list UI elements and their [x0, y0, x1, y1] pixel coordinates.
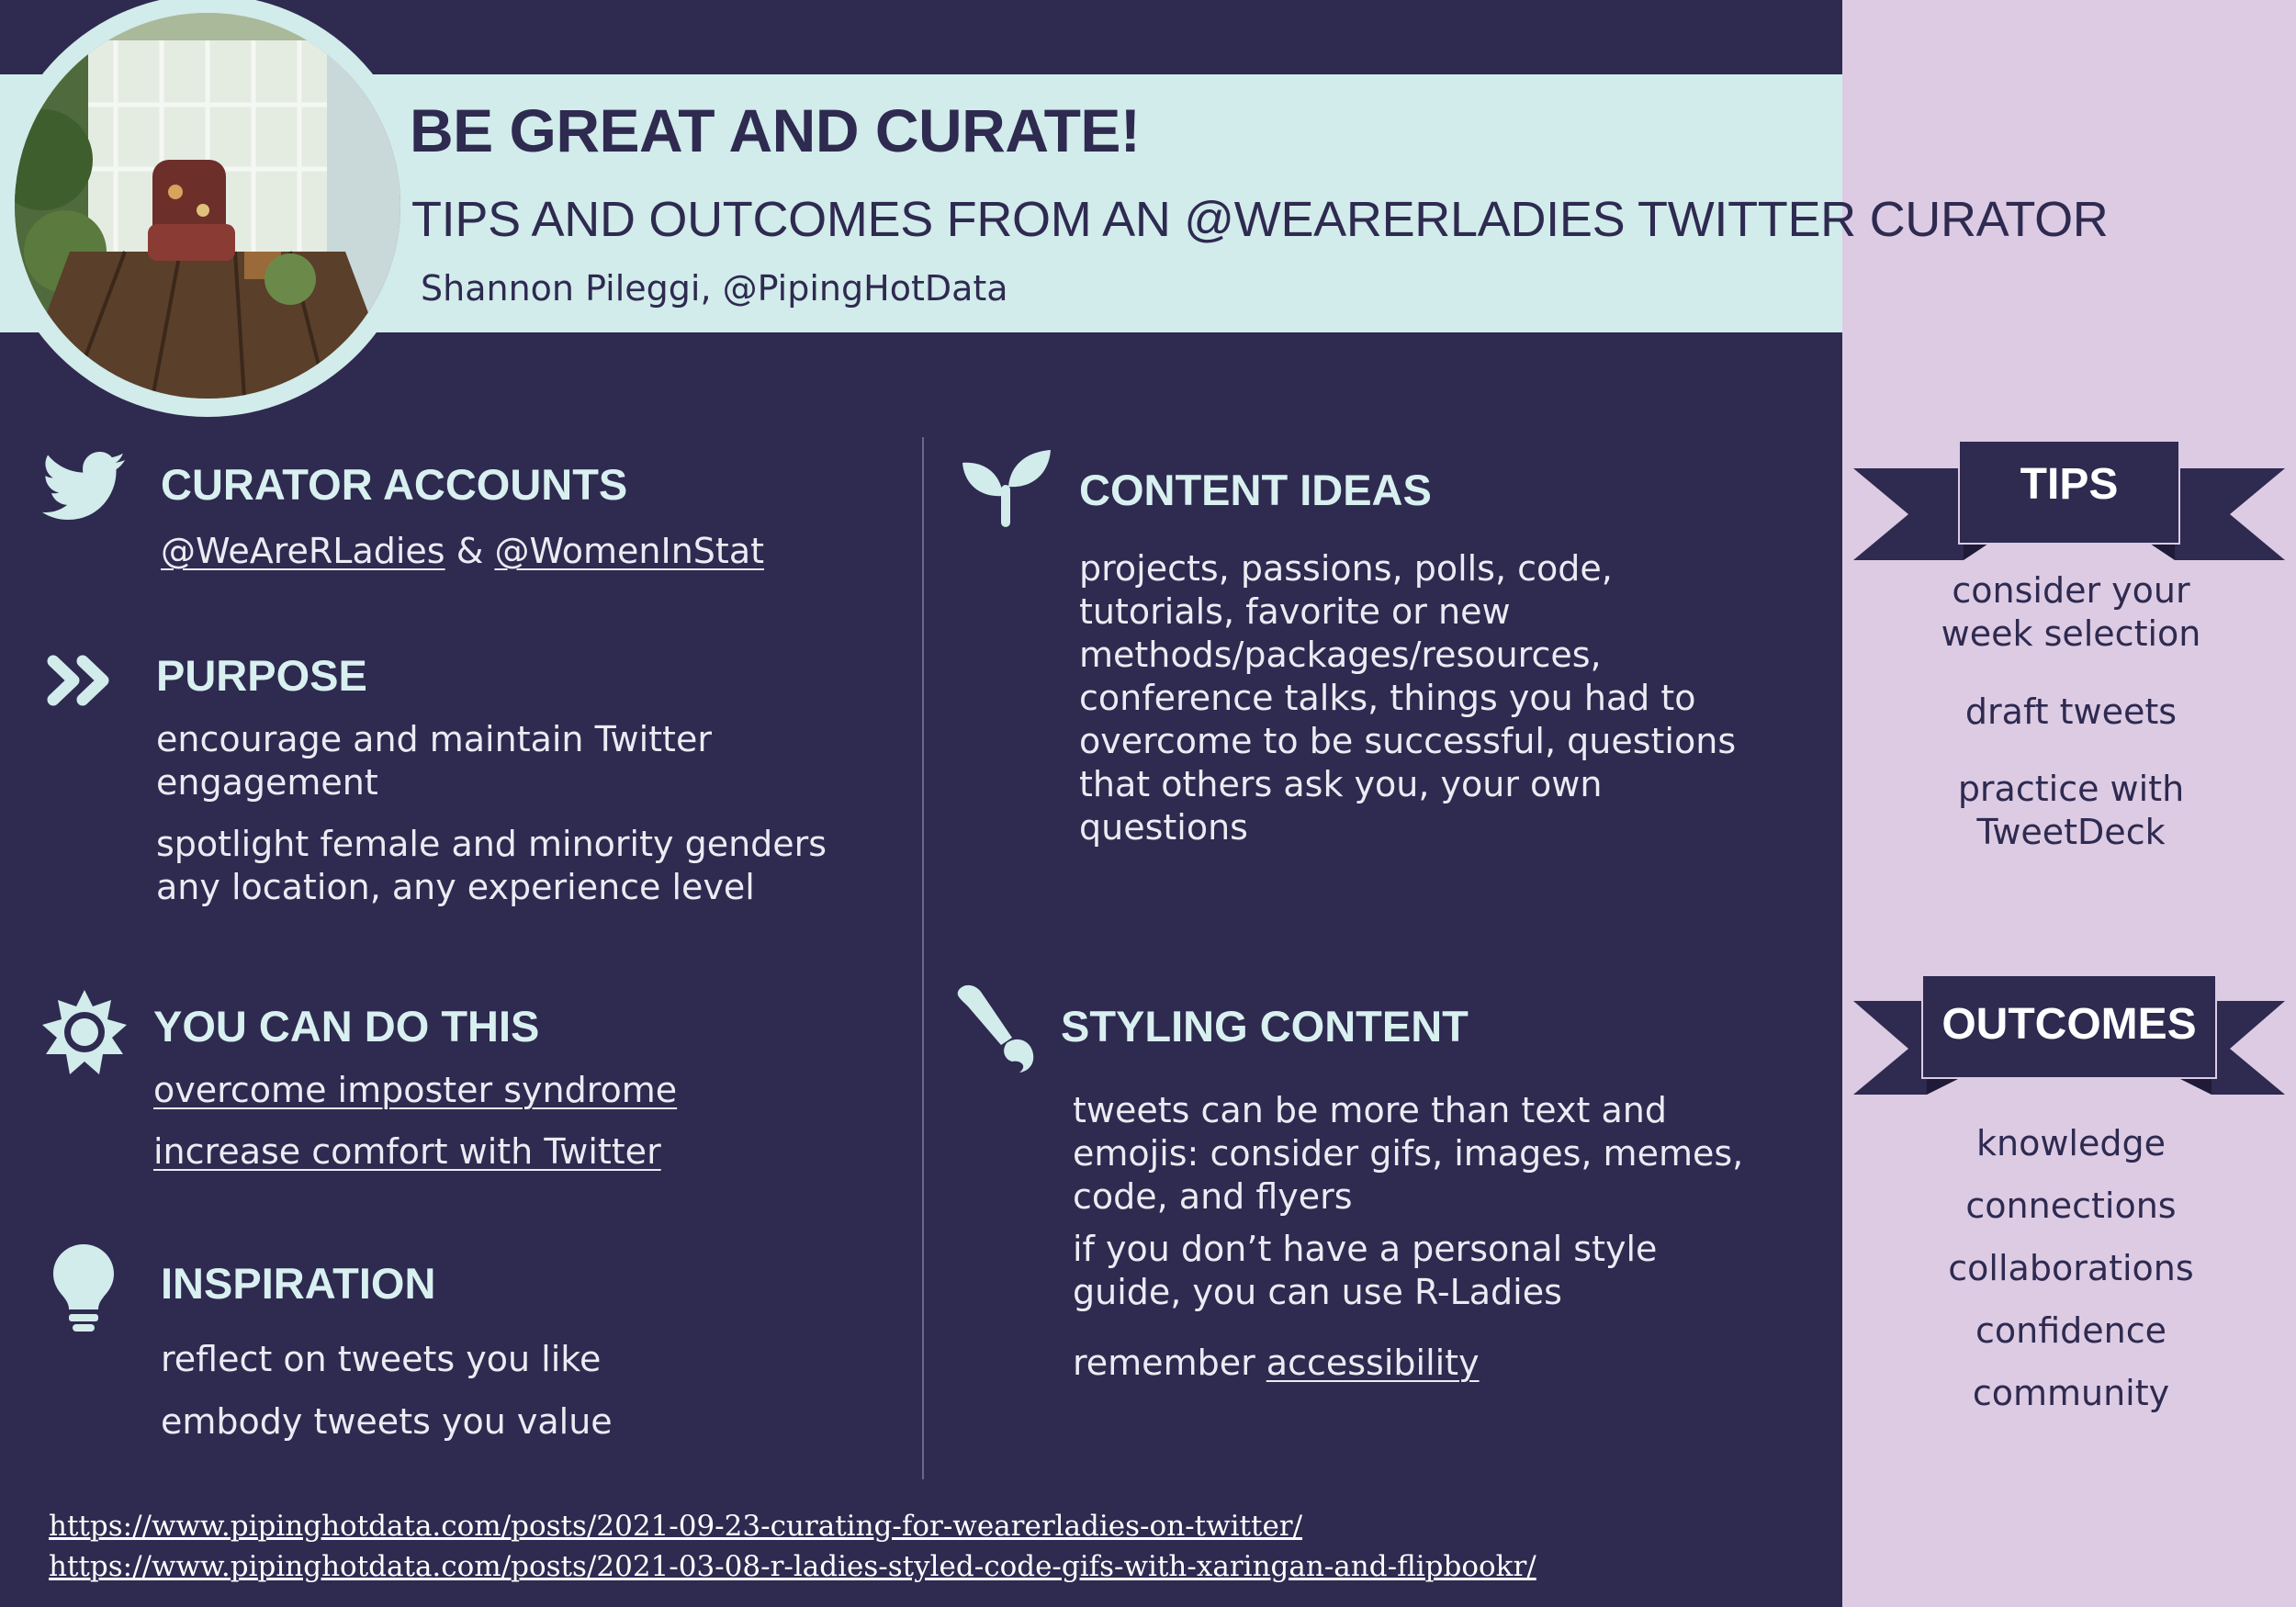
lightbulb-icon — [53, 1244, 114, 1336]
styling-line: code, and flyers — [1073, 1176, 1353, 1217]
paintbrush-icon — [955, 983, 1047, 1078]
womeninstat-link[interactable]: @WomenInStat — [494, 531, 764, 571]
tip-item: practice with TweetDeck — [1855, 768, 2287, 854]
twitter-comfort-link[interactable]: increase comfort with Twitter — [153, 1130, 661, 1174]
sprout-icon — [962, 450, 1051, 531]
tip-item: consider your week selection — [1855, 569, 2287, 656]
styling-line: if you don’t have a personal style — [1073, 1229, 1658, 1269]
outcomes-label: OUTCOMES — [1941, 1000, 2197, 1049]
purpose-heading: PURPOSE — [156, 651, 367, 700]
content-ideas-line: tutorials, favorite or new — [1079, 591, 1511, 632]
outcome-item: confidence — [1975, 1310, 2167, 1351]
styling-heading: STYLING CONTENT — [1061, 1002, 1469, 1051]
styling-line: tweets can be more than text and — [1073, 1090, 1667, 1130]
can-do-heading: YOU CAN DO THIS — [153, 1002, 540, 1051]
inspiration-line: embody tweets you value — [161, 1401, 613, 1442]
tip-text: TweetDeck — [1976, 812, 2166, 852]
inspiration-heading: INSPIRATION — [161, 1259, 436, 1308]
purpose-line: encourage and maintain Twitter — [156, 719, 712, 759]
styling-line: guide, you can use R-Ladies — [1073, 1272, 1562, 1312]
content-ideas-line: that others ask you, your own — [1079, 764, 1603, 804]
tip-text: practice with — [1957, 769, 2185, 809]
purpose-line: engagement — [156, 762, 378, 803]
accessibility-line: remember accessibility — [1073, 1342, 1743, 1385]
styling-text: tweets can be more than text and emojis:… — [1073, 1089, 1743, 1385]
wearerladies-link[interactable]: @WeAreRLadies — [161, 531, 445, 571]
greenhouse-chair-illustration — [15, 13, 400, 399]
content-ideas-line: conference talks, things you had to — [1079, 678, 1696, 718]
page-title: BE GREAT AND CURATE! — [410, 96, 1141, 164]
ampersand: & — [456, 531, 484, 571]
inspiration-line: reflect on tweets you like — [161, 1339, 602, 1379]
purpose-line: any location, any experience level — [156, 867, 755, 907]
outcome-item: knowledge — [1976, 1123, 2166, 1163]
content-ideas-line: methods/packages/resources, — [1079, 635, 1602, 675]
header-photo — [15, 13, 400, 399]
content-ideas-line: overcome to be successful, questions — [1079, 721, 1737, 761]
outcome-item: connections — [1965, 1186, 2177, 1226]
content-ideas-text: projects, passions, polls, code, tutoria… — [1079, 547, 1736, 849]
column-divider — [922, 437, 924, 1479]
reference-link[interactable]: https://www.pipinghotdata.com/posts/2021… — [49, 1550, 1536, 1583]
outcomes-list: knowledge connections collaborations con… — [1855, 1122, 2287, 1434]
imposter-syndrome-link[interactable]: overcome imposter syndrome — [153, 1069, 677, 1112]
page-subtitle: TIPS AND OUTCOMES FROM AN @WEARERLADIES … — [411, 192, 2109, 247]
tip-text: consider your — [1952, 570, 2190, 611]
styling-line: emojis: consider gifs, images, memes, — [1073, 1133, 1744, 1174]
accessibility-link[interactable]: accessibility — [1266, 1343, 1480, 1383]
outcome-item: collaborations — [1948, 1248, 2194, 1288]
tips-label: TIPS — [2020, 460, 2119, 509]
tip-text: week selection — [1941, 613, 2201, 654]
content-ideas-heading: CONTENT IDEAS — [1079, 466, 1432, 514]
content-ideas-line: projects, passions, polls, code, — [1079, 548, 1613, 589]
curator-heading: CURATOR ACCOUNTS — [161, 460, 628, 509]
sun-icon — [42, 990, 127, 1078]
purpose-text: encourage and maintain Twitter engagemen… — [156, 718, 827, 909]
reference-link[interactable]: https://www.pipinghotdata.com/posts/2021… — [49, 1510, 1302, 1543]
author-credit: Shannon Pileggi, @PipingHotData — [421, 268, 1008, 309]
purpose-line: spotlight female and minority genders — [156, 824, 827, 864]
double-chevron-icon — [46, 654, 116, 711]
tip-item: draft tweets — [1964, 691, 2178, 732]
content-ideas-line: questions — [1079, 807, 1248, 848]
outcome-item: community — [1972, 1373, 2170, 1413]
curator-accounts-line: @WeAreRLadies & @WomenInStat — [161, 530, 764, 573]
accessibility-prefix: remember — [1073, 1343, 1266, 1383]
twitter-bird-icon — [41, 450, 127, 527]
